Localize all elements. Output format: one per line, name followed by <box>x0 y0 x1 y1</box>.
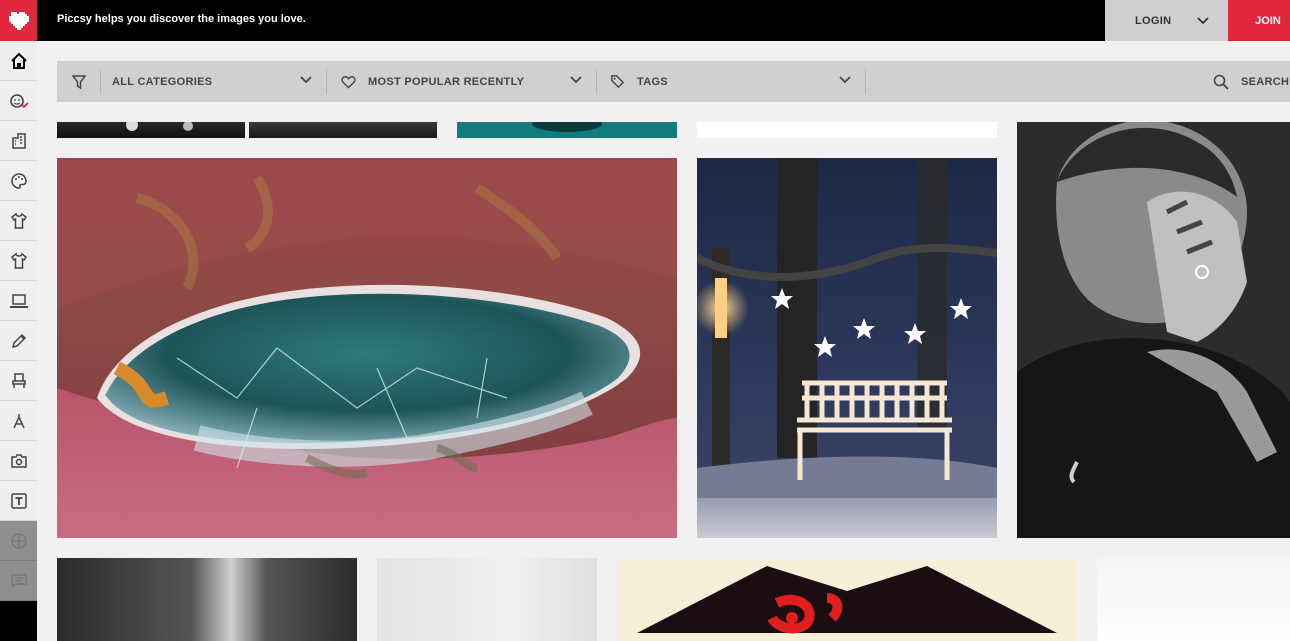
filter-bar: ALL CATEGORIES MOST POPULAR RECENTLY TAG… <box>57 61 1290 102</box>
image-tile[interactable] <box>697 122 997 138</box>
sidebar-item-home[interactable] <box>0 41 37 81</box>
piccsy-logo[interactable] <box>0 0 37 41</box>
sidebar-item-architecture[interactable] <box>0 121 37 161</box>
sidebar-item-text[interactable] <box>0 481 37 521</box>
sidebar-item-chat[interactable] <box>0 561 37 601</box>
palette-icon <box>10 172 27 189</box>
login-label: LOGIN <box>1135 14 1172 27</box>
image-tile[interactable] <box>1097 558 1290 641</box>
image-tile[interactable] <box>617 558 1077 641</box>
globe-icon <box>10 532 27 549</box>
home-icon <box>10 52 27 69</box>
sidebar-item-design[interactable] <box>0 321 37 361</box>
filter-toggle[interactable] <box>57 61 100 102</box>
image-tile-crater-lake[interactable] <box>57 158 677 538</box>
sidebar-item-world[interactable] <box>0 521 37 561</box>
chevron-down-icon <box>570 76 582 84</box>
tshirt-icon <box>10 252 27 269</box>
chevron-down-icon <box>1197 16 1209 24</box>
categories-dropdown[interactable]: ALL CATEGORIES <box>100 61 326 102</box>
sidebar-extras <box>0 521 37 601</box>
sidebar-categories <box>0 41 37 521</box>
sidebar-item-photography[interactable] <box>0 441 37 481</box>
image-tile[interactable] <box>457 122 677 138</box>
camera-icon <box>10 453 27 468</box>
chevron-down-icon <box>300 76 312 84</box>
sidebar-item-typography[interactable] <box>0 401 37 441</box>
sidebar-item-fashion[interactable] <box>0 201 37 241</box>
heart-icon <box>341 75 356 89</box>
text-icon <box>10 492 27 509</box>
login-button[interactable]: LOGIN <box>1105 0 1228 41</box>
compass-icon <box>12 413 25 428</box>
chair-icon <box>11 372 26 388</box>
image-tile-portrait[interactable] <box>1017 122 1290 538</box>
shirt-icon <box>10 212 27 229</box>
image-tile[interactable] <box>57 558 357 641</box>
join-button[interactable]: JOIN <box>1228 0 1290 41</box>
tag-icon <box>611 75 625 89</box>
sort-dropdown[interactable]: MOST POPULAR RECENTLY <box>326 61 596 102</box>
pencil-icon <box>11 333 26 348</box>
sidebar-item-people[interactable] <box>0 81 37 121</box>
image-tile[interactable] <box>57 122 245 138</box>
sort-label: MOST POPULAR RECENTLY <box>368 75 525 88</box>
image-tile-snow-bench[interactable] <box>697 158 997 538</box>
tagline: Piccsy helps you discover the images you… <box>57 13 306 25</box>
tags-dropdown[interactable]: TAGS <box>596 61 865 102</box>
filter-funnel-icon <box>71 74 86 89</box>
image-tile[interactable] <box>377 558 597 641</box>
search-icon <box>1213 74 1229 90</box>
image-tile[interactable] <box>249 122 437 138</box>
tags-label: TAGS <box>637 75 668 88</box>
sidebar-item-clothing[interactable] <box>0 241 37 281</box>
face-check-icon <box>9 93 29 108</box>
search-label: SEARCH <box>1241 75 1290 88</box>
sidebar-item-interiors[interactable] <box>0 361 37 401</box>
top-bar: Piccsy helps you discover the images you… <box>0 0 1290 41</box>
sidebar-item-technology[interactable] <box>0 281 37 321</box>
laptop-icon <box>9 293 28 308</box>
building-icon <box>11 132 26 149</box>
categories-label: ALL CATEGORIES <box>112 75 213 88</box>
search-button[interactable]: SEARCH <box>1207 61 1290 102</box>
chevron-down-icon <box>839 76 851 84</box>
sidebar-item-art[interactable] <box>0 161 37 201</box>
chat-icon <box>10 573 27 588</box>
pixel-heart-icon <box>8 11 29 30</box>
category-sidebar <box>0 41 37 641</box>
